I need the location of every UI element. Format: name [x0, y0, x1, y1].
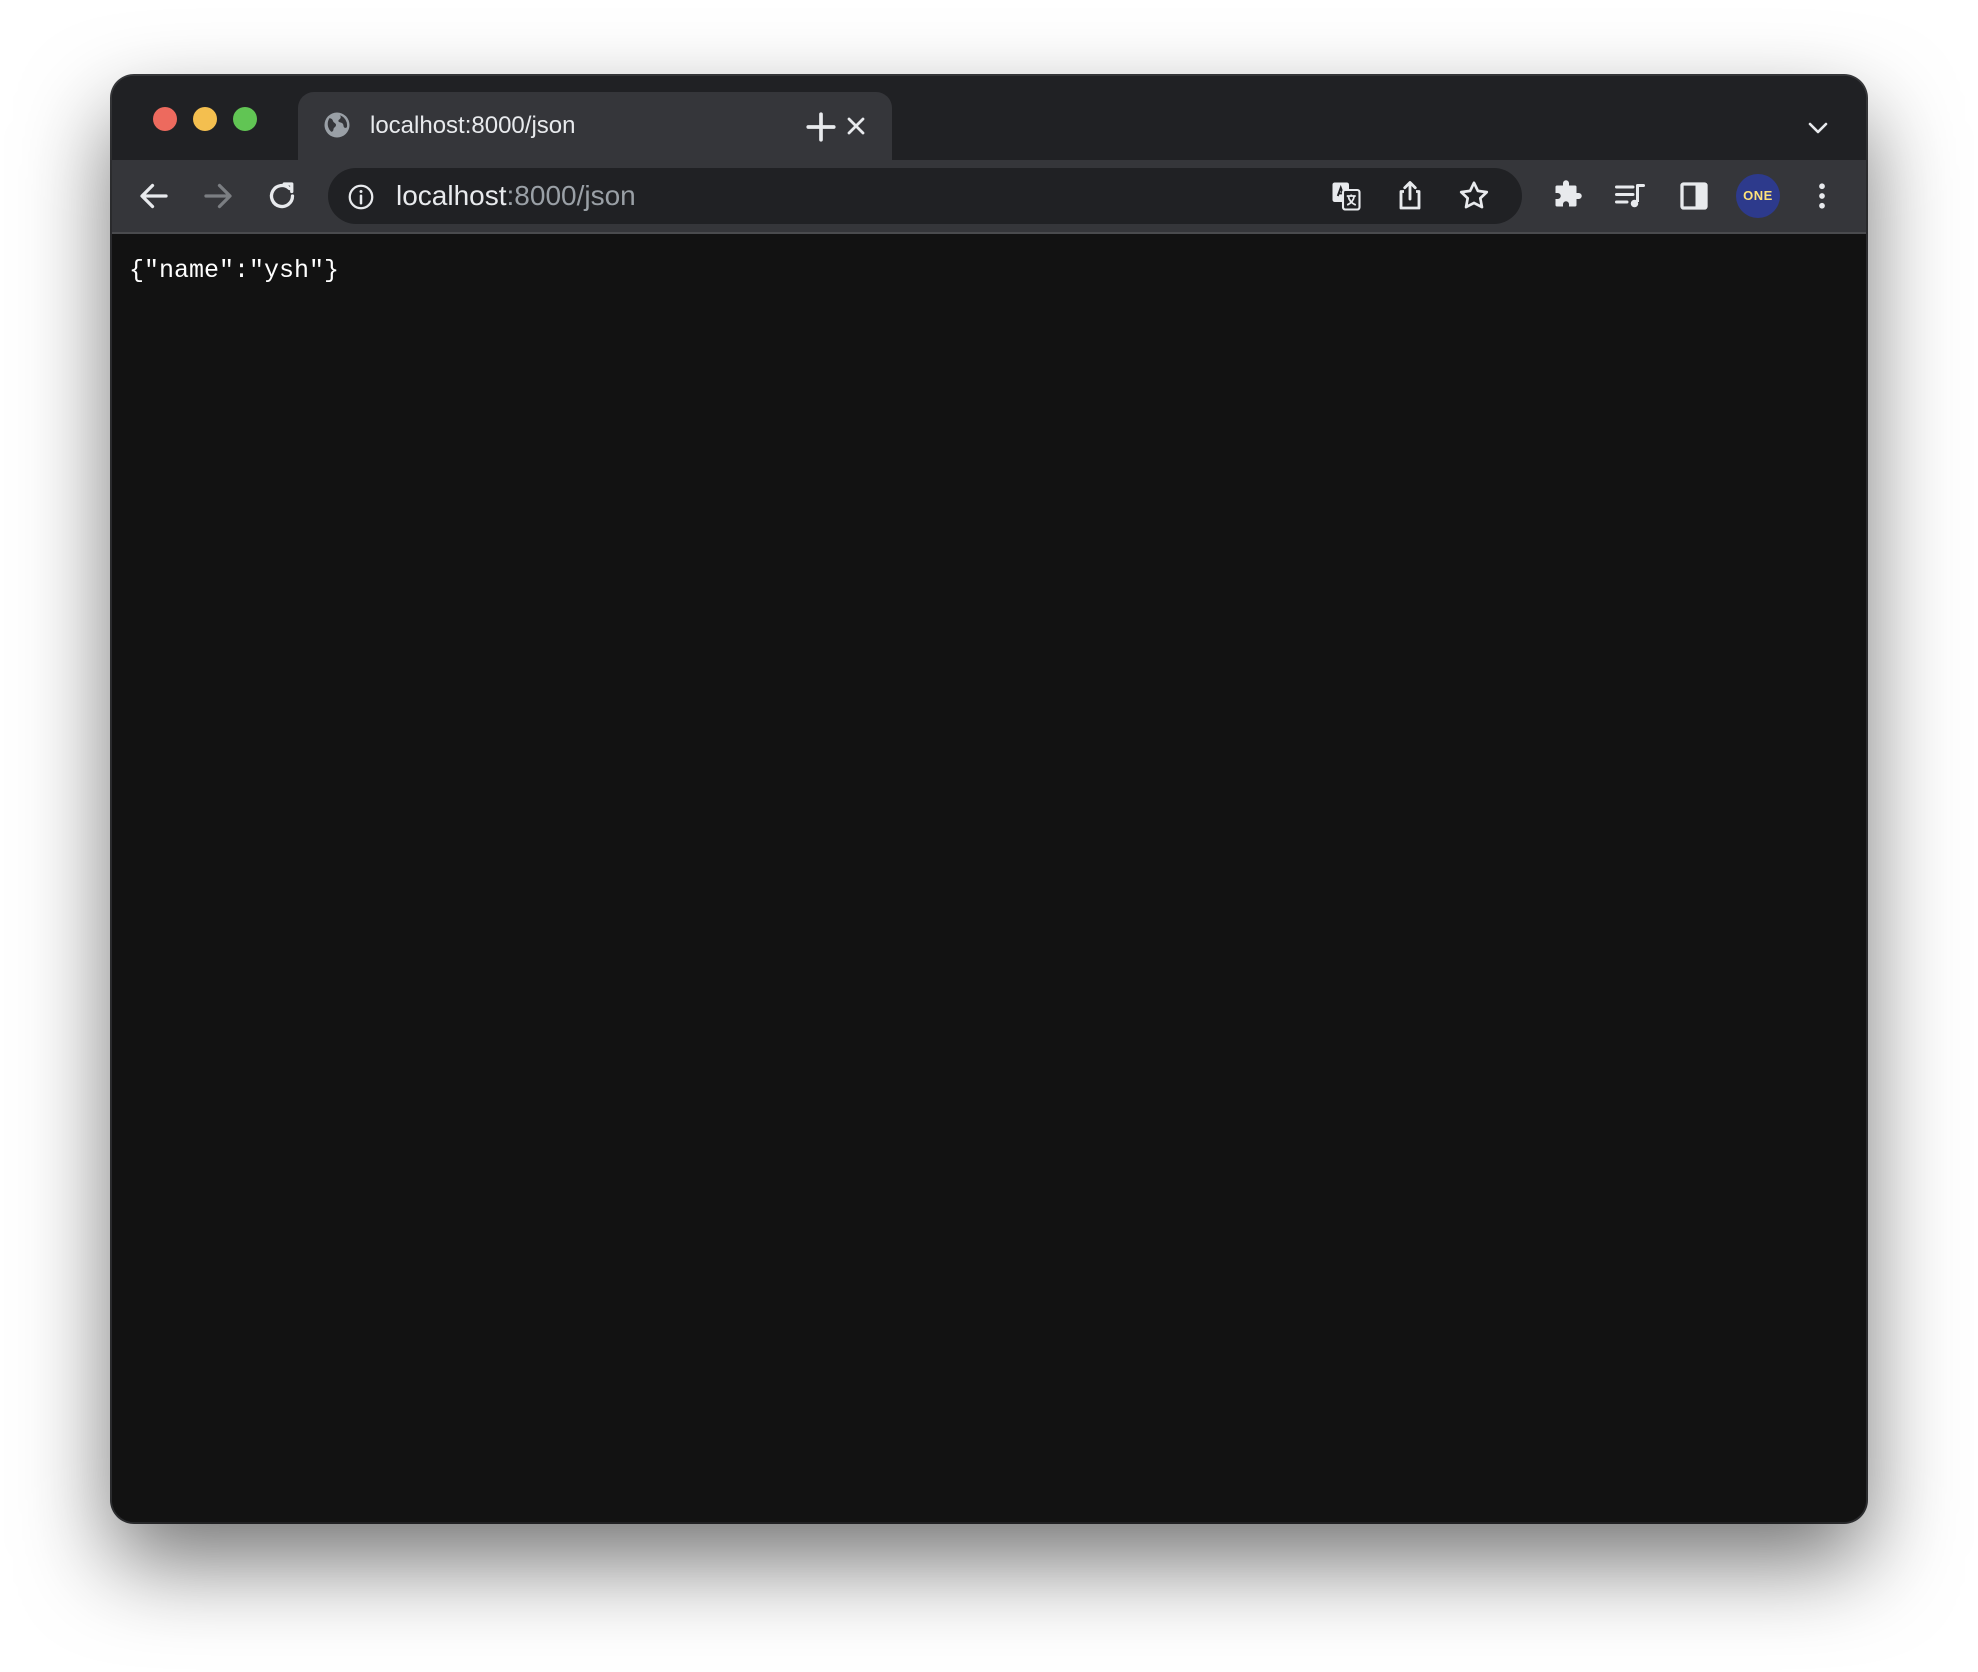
tab-close-button[interactable]	[842, 112, 870, 140]
back-button[interactable]	[136, 178, 172, 214]
json-body: {"name":"ysh"}	[129, 256, 340, 285]
translate-icon[interactable]	[1328, 178, 1364, 214]
window-close-button[interactable]	[153, 107, 177, 131]
new-tab-button[interactable]	[804, 110, 838, 144]
reload-button[interactable]	[264, 178, 300, 214]
window-minimize-button[interactable]	[193, 107, 217, 131]
forward-button[interactable]	[200, 178, 236, 214]
tab-strip: localhost:8000/json	[112, 76, 1866, 160]
globe-icon	[322, 110, 352, 140]
share-icon[interactable]	[1392, 178, 1428, 214]
browser-window: localhost:8000/json localhost:8000/json …	[112, 76, 1866, 1522]
media-playlist-icon[interactable]	[1612, 178, 1648, 214]
page-content: {"name":"ysh"}	[112, 234, 1866, 1522]
side-panel-icon[interactable]	[1676, 178, 1712, 214]
info-icon[interactable]	[346, 182, 376, 212]
tab-active[interactable]: localhost:8000/json	[298, 92, 892, 160]
bookmark-star-icon[interactable]	[1456, 178, 1492, 214]
tab-title: localhost:8000/json	[370, 112, 576, 139]
url-host: localhost	[396, 180, 507, 211]
address-bar[interactable]: localhost:8000/json	[328, 168, 1522, 224]
extensions-puzzle-icon[interactable]	[1548, 178, 1584, 214]
url-path: :8000/json	[506, 180, 636, 211]
window-maximize-button[interactable]	[233, 107, 257, 131]
more-vertical-icon[interactable]	[1804, 178, 1840, 214]
toolbar: localhost:8000/json ONE	[112, 160, 1866, 234]
tab-search-button[interactable]	[1806, 116, 1830, 140]
profile-avatar[interactable]: ONE	[1736, 174, 1780, 218]
url-text[interactable]: localhost:8000/json	[396, 180, 636, 212]
